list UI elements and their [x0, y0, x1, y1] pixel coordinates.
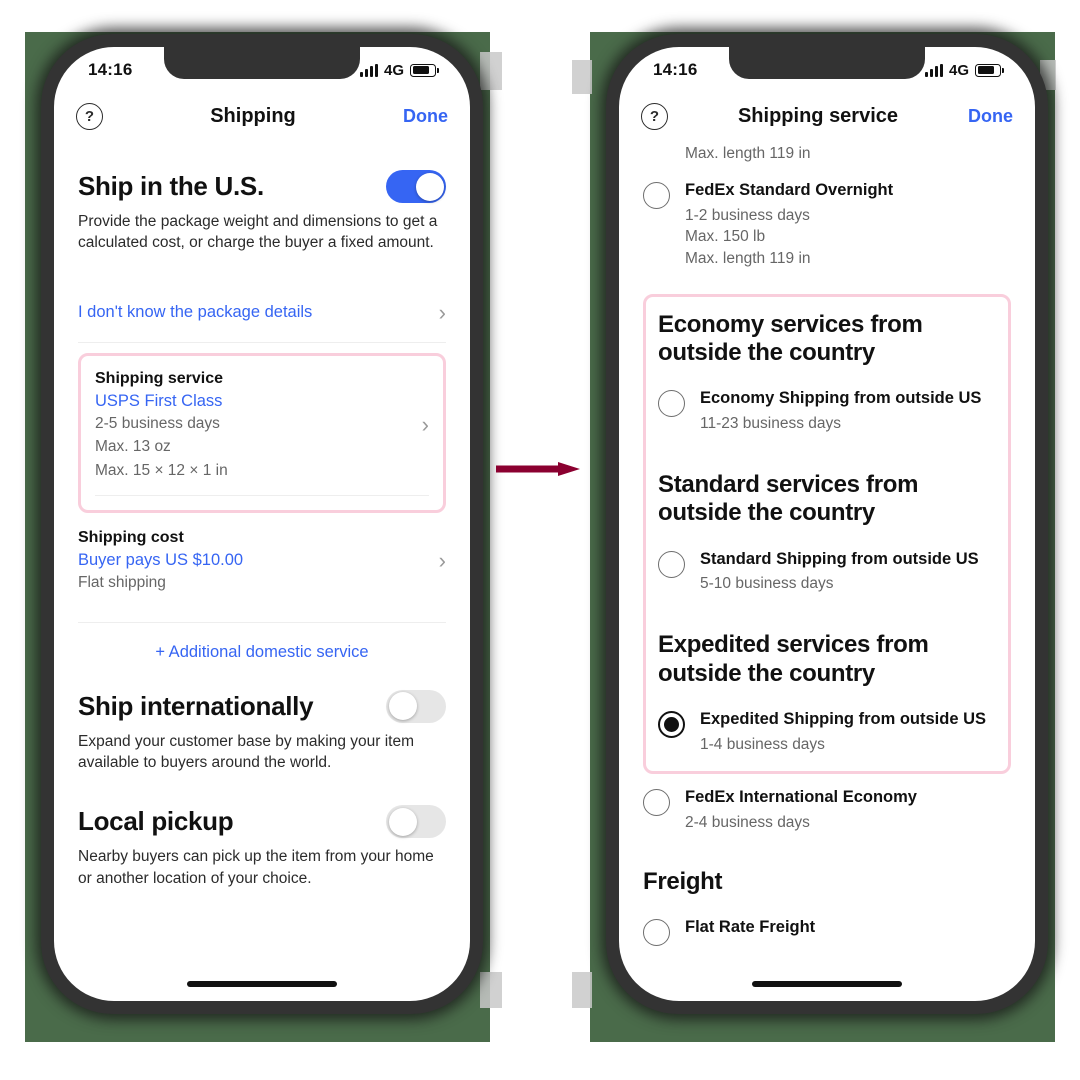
- option-name: Standard Shipping from outside US: [700, 549, 979, 568]
- home-indicator: [752, 981, 902, 987]
- divider-2: [95, 495, 429, 497]
- corner-artifact-3: [572, 60, 592, 94]
- radio-button[interactable]: [658, 390, 685, 418]
- radio-button[interactable]: [643, 181, 670, 209]
- shipping-service-label: Shipping service: [95, 369, 224, 387]
- battery-icon: [410, 63, 439, 77]
- additional-domestic-service-button[interactable]: + Additional domestic service: [78, 623, 446, 682]
- radio-button[interactable]: [643, 789, 670, 817]
- done-button[interactable]: Done: [968, 106, 1013, 127]
- option-fedex-standard-overnight[interactable]: FedEx Standard Overnight 1-2 business da…: [643, 181, 1011, 270]
- package-details-link[interactable]: I don't know the package details ›: [78, 284, 446, 342]
- ship-us-description: Provide the package weight and dimension…: [78, 213, 438, 252]
- ship-us-title: Ship in the U.S.: [78, 171, 264, 201]
- toggle-knob: [415, 172, 444, 201]
- group-heading-freight: Freight: [643, 867, 723, 895]
- local-pickup-header: Local pickup: [78, 805, 446, 839]
- local-pickup-description: Nearby buyers can pick up the item from …: [78, 848, 434, 887]
- ship-us-toggle[interactable]: [386, 170, 446, 203]
- option-fedex-international-economy[interactable]: FedEx International Economy 2-4 business…: [643, 788, 1011, 834]
- radio-button-selected[interactable]: [658, 710, 685, 738]
- option-name: Expedited Shipping from outside US: [700, 709, 987, 728]
- option-meta-3: Max. length 119 in: [685, 250, 811, 268]
- chevron-right-icon: ›: [438, 548, 446, 574]
- option-expedited-shipping[interactable]: Expedited Shipping from outside US 1-4 b…: [658, 710, 996, 756]
- shipping-service-meta-2: Max. 13 oz: [95, 438, 171, 456]
- option-meta: 1-4 business days: [700, 735, 825, 753]
- screenshot-root: 14:16 4G ? Shipping Done Ship in the U.S…: [0, 0, 1080, 1080]
- home-indicator: [187, 981, 337, 987]
- option-meta-1: 1-2 business days: [685, 206, 810, 224]
- package-details-label: I don't know the package details: [78, 303, 313, 322]
- shipping-cost-value: Buyer pays US $10.00: [78, 551, 244, 570]
- group-heading-economy: Economy services from outside the countr…: [658, 310, 923, 367]
- option-meta: 2-4 business days: [685, 814, 810, 832]
- network-label: 4G: [383, 61, 404, 79]
- corner-artifact-2: [480, 972, 502, 1008]
- toggle-knob: [388, 807, 417, 836]
- ship-international-header: Ship internationally: [78, 689, 446, 723]
- chevron-right-icon: ›: [421, 412, 429, 438]
- option-flat-rate-freight[interactable]: Flat Rate Freight: [643, 918, 1011, 947]
- phone-mockup-left: 14:16 4G ? Shipping Done Ship in the U.S…: [41, 34, 483, 1014]
- option-meta: 11-23 business days: [700, 415, 842, 433]
- flow-arrow-left-to-right: [496, 462, 580, 476]
- status-time: 14:16: [653, 60, 698, 79]
- done-button[interactable]: Done: [403, 106, 448, 127]
- divider-1: [78, 341, 446, 343]
- shipping-service-meta-3: Max. 15 × 12 × 1 in: [95, 461, 228, 479]
- notch-left: [164, 47, 360, 79]
- network-label: 4G: [948, 61, 969, 79]
- option-name: FedEx Standard Overnight: [685, 180, 894, 199]
- content-left: Ship in the U.S. Provide the package wei…: [54, 170, 470, 889]
- screen-right: 14:16 4G ? Shipping service Done Max. le…: [619, 47, 1035, 1001]
- shipping-service-value: USPS First Class: [95, 391, 223, 410]
- ship-international-toggle[interactable]: [386, 689, 446, 723]
- option-standard-shipping[interactable]: Standard Shipping from outside US 5-10 b…: [658, 550, 996, 596]
- ship-international-description: Expand your customer base by making your…: [78, 732, 414, 771]
- local-pickup-toggle[interactable]: [386, 805, 446, 839]
- shipping-service-highlight: Shipping service USPS First Class 2-5 bu…: [78, 352, 446, 514]
- corner-artifact-4: [572, 972, 592, 1008]
- option-name: Flat Rate Freight: [685, 918, 816, 937]
- notch-right: [729, 47, 925, 79]
- scrolled-option-meta: Max. length 119 in: [685, 145, 811, 162]
- ship-us-header: Ship in the U.S.: [78, 170, 446, 203]
- option-economy-shipping[interactable]: Economy Shipping from outside US 11-23 b…: [658, 389, 996, 435]
- radio-button[interactable]: [658, 550, 685, 578]
- shipping-cost-meta: Flat shipping: [78, 574, 166, 592]
- option-name: FedEx International Economy: [685, 788, 917, 807]
- ship-international-title: Ship internationally: [78, 690, 314, 721]
- radio-button[interactable]: [643, 919, 670, 947]
- nav-bar-right: ? Shipping service Done: [619, 93, 1035, 144]
- page-title: Shipping: [210, 105, 296, 127]
- option-meta: 5-10 business days: [700, 575, 834, 593]
- international-services-highlight: Economy services from outside the countr…: [643, 293, 1011, 775]
- status-time: 14:16: [88, 60, 133, 79]
- local-pickup-title: Local pickup: [78, 806, 234, 837]
- shipping-cost-label: Shipping cost: [78, 529, 184, 547]
- help-icon[interactable]: ?: [76, 103, 103, 130]
- page-title: Shipping service: [737, 105, 899, 127]
- help-icon[interactable]: ?: [641, 103, 668, 130]
- battery-icon: [975, 63, 1004, 77]
- shipping-service-meta-1: 2-5 business days: [95, 414, 220, 432]
- signal-bars-icon: [359, 63, 378, 77]
- toggle-knob: [388, 692, 417, 721]
- signal-bars-icon: [924, 63, 943, 77]
- nav-bar-left: ? Shipping Done: [54, 93, 470, 144]
- content-right: Max. length 119 in FedEx Standard Overni…: [619, 144, 1035, 947]
- group-heading-standard: Standard services from outside the count…: [658, 471, 919, 527]
- shipping-cost-card[interactable]: Shipping cost Buyer pays US $10.00 Flat …: [78, 515, 446, 607]
- group-heading-expedited: Expedited services from outside the coun…: [658, 631, 929, 687]
- screen-left: 14:16 4G ? Shipping Done Ship in the U.S…: [54, 47, 470, 1001]
- phone-mockup-right: 14:16 4G ? Shipping service Done Max. le…: [606, 34, 1048, 1014]
- option-name: Economy Shipping from outside US: [700, 389, 982, 408]
- chevron-right-icon: ›: [438, 299, 446, 325]
- option-meta-2: Max. 150 lb: [685, 228, 766, 246]
- shipping-service-card[interactable]: Shipping service USPS First Class 2-5 bu…: [81, 356, 443, 510]
